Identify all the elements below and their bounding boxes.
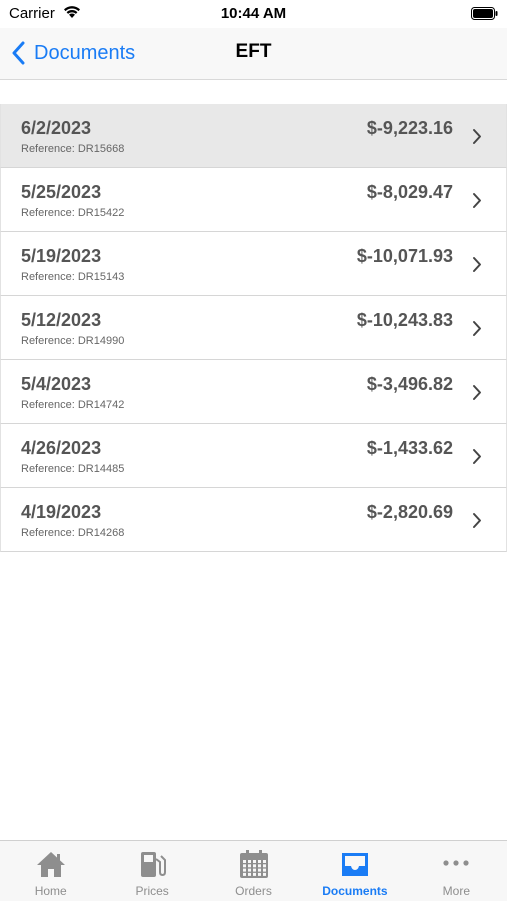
tab-orders[interactable]: Orders	[203, 841, 304, 901]
chevron-right-icon	[473, 449, 481, 464]
tab-label: Documents	[322, 884, 388, 898]
entry-amount: $-1,433.62	[366, 438, 453, 458]
tab-label: Home	[34, 884, 67, 898]
clock: 10:44 AM	[220, 5, 287, 22]
tab-prices[interactable]: Prices	[101, 841, 202, 901]
eft-list-item[interactable]: 5/25/2023 Reference: DR15422 $-8,029.47	[0, 168, 507, 232]
entry-reference: Reference: DR14742	[21, 399, 125, 411]
chevron-right-icon	[473, 257, 481, 272]
entry-amount: $-8,029.47	[366, 182, 453, 202]
status-bar: Carrier 10:44 AM	[0, 0, 507, 28]
eft-list: 6/2/2023 Reference: DR15668 $-9,223.16 5/25…	[0, 104, 507, 552]
eft-list-item[interactable]: 5/19/2023 Reference: DR15143 $-10,071.93	[0, 232, 507, 296]
back-button[interactable]: Documents	[12, 38, 135, 68]
tab-home[interactable]: Home	[0, 841, 101, 901]
tab-label: Orders	[235, 884, 272, 898]
entry-reference: Reference: DR14990	[21, 335, 125, 347]
chevron-right-icon	[473, 385, 481, 400]
tab-label: More	[442, 884, 470, 898]
back-button-label: Documents	[34, 41, 136, 64]
calendar-icon	[238, 849, 270, 879]
chevron-left-icon	[12, 41, 25, 65]
chevron-right-icon	[473, 321, 481, 336]
entry-reference: Reference: DR14485	[21, 463, 125, 475]
tab-bar: Home Prices Orders Documents More	[0, 840, 507, 901]
more-dots-icon	[440, 849, 472, 879]
entry-date: 4/26/2023	[21, 438, 102, 458]
entry-amount: $-10,243.83	[356, 310, 453, 330]
battery-icon	[471, 7, 498, 20]
eft-list-item[interactable]: 5/4/2023 Reference: DR14742 $-3,496.82	[0, 360, 507, 424]
tab-documents[interactable]: Documents	[304, 841, 405, 901]
chevron-right-icon	[473, 513, 481, 528]
chevron-right-icon	[473, 129, 481, 144]
tab-more[interactable]: More	[406, 841, 507, 901]
chevron-right-icon	[473, 193, 481, 208]
entry-date: 5/12/2023	[21, 310, 102, 330]
eft-list-item[interactable]: 5/12/2023 Reference: DR14990 $-10,243.83	[0, 296, 507, 360]
entry-date: 6/2/2023	[21, 118, 92, 138]
entry-date: 5/4/2023	[21, 374, 92, 394]
tab-label: Prices	[135, 884, 169, 898]
entry-amount: $-2,820.69	[366, 502, 453, 522]
entry-amount: $-3,496.82	[366, 374, 453, 394]
eft-list-item[interactable]: 4/19/2023 Reference: DR14268 $-2,820.69	[0, 488, 507, 552]
entry-date: 5/19/2023	[21, 246, 102, 266]
navigation-bar: Documents EFT	[0, 28, 507, 80]
entry-amount: $-10,071.93	[356, 246, 453, 266]
entry-reference: Reference: DR15422	[21, 207, 125, 219]
entry-reference: Reference: DR15668	[21, 143, 125, 155]
eft-list-item[interactable]: 4/26/2023 Reference: DR14485 $-1,433.62	[0, 424, 507, 488]
inbox-tray-icon	[339, 849, 371, 879]
eft-list-item[interactable]: 6/2/2023 Reference: DR15668 $-9,223.16	[0, 104, 507, 168]
home-icon	[35, 849, 67, 879]
entry-date: 5/25/2023	[21, 182, 102, 202]
entry-reference: Reference: DR15143	[21, 271, 125, 283]
entry-reference: Reference: DR14268	[21, 527, 125, 539]
entry-amount: $-9,223.16	[366, 118, 453, 138]
fuel-pump-icon	[136, 849, 168, 879]
entry-date: 4/19/2023	[21, 502, 102, 522]
